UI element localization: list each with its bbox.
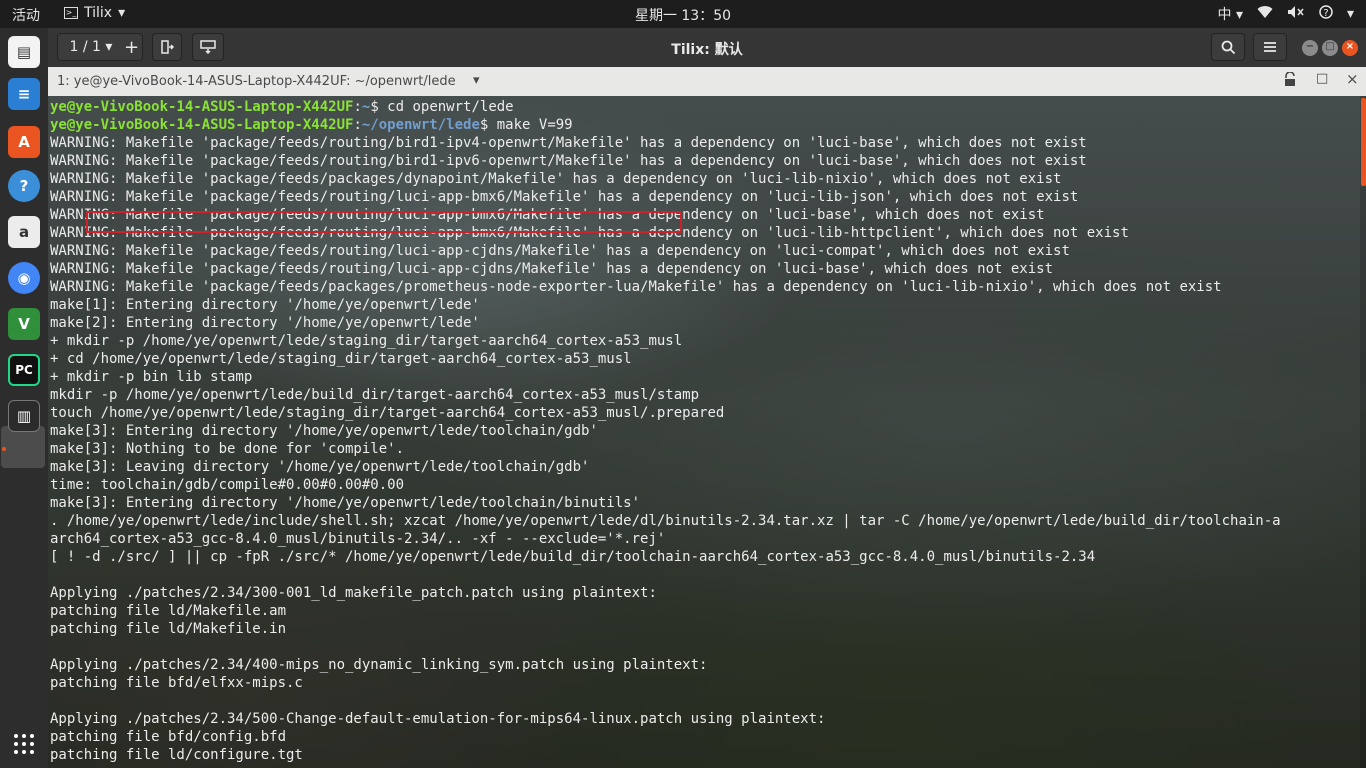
menu-button[interactable] — [1253, 33, 1287, 61]
app-menu[interactable]: >_ Tilix ▾ — [64, 5, 125, 21]
prompt-line: ye@ye-VivoBook-14-ASUS-Laptop-X442UF:~/o… — [50, 117, 573, 133]
terminal-line: time: toolchain/gdb/compile#0.00#0.00#0.… — [50, 477, 405, 493]
terminal-line: WARNING: Makefile 'package/feeds/routing… — [50, 135, 1087, 151]
terminal-line: Applying ./patches/2.34/500-Change-defau… — [50, 711, 826, 727]
files-icon[interactable]: ▤ — [8, 36, 40, 68]
minimize-button[interactable]: − — [1302, 40, 1318, 56]
prompt-line: ye@ye-VivoBook-14-ASUS-Laptop-X442UF:~$ … — [50, 99, 514, 115]
split-right-button[interactable] — [152, 33, 182, 61]
top-bar: 活动 >_ Tilix ▾ 星期一 13：50 中 ▾ ? ▾ — [0, 0, 1366, 28]
pycharm-icon[interactable]: PC — [8, 354, 40, 386]
search-icon — [1221, 40, 1235, 54]
clock[interactable]: 星期一 13：50 — [635, 8, 731, 24]
terminal-line: . /home/ye/openwrt/lede/include/shell.sh… — [50, 513, 1281, 529]
running-indicator — [2, 447, 6, 451]
maximize-button[interactable]: □ — [1322, 40, 1338, 56]
highlight-box — [86, 211, 682, 233]
maximize-terminal-icon[interactable]: □ — [1316, 71, 1328, 86]
app-menu-label: Tilix — [84, 5, 113, 21]
dock-active-highlight — [1, 426, 45, 468]
terminal-line: patching file ld/Makefile.am — [50, 603, 287, 619]
find-button[interactable] — [1211, 33, 1245, 61]
tilix-icon[interactable]: ▥ — [8, 400, 40, 432]
split-down-icon — [200, 40, 216, 54]
terminal-line: WARNING: Makefile 'package/feeds/package… — [50, 279, 1222, 295]
terminal-line: Applying ./patches/2.34/400-mips_no_dyna… — [50, 657, 708, 673]
terminal-line: + mkdir -p /home/ye/openwrt/lede/staging… — [50, 333, 683, 349]
amazon-icon[interactable]: a — [8, 216, 40, 248]
terminal-line: WARNING: Makefile 'package/feeds/routing… — [50, 243, 1070, 259]
terminal-line: WARNING: Makefile 'package/feeds/routing… — [50, 189, 1079, 205]
terminal-output[interactable]: ye@ye-VivoBook-14-ASUS-Laptop-X442UF:~$ … — [48, 96, 1366, 768]
terminal-title[interactable]: 1: ye@ye-VivoBook-14-ASUS-Laptop-X442UF:… — [57, 74, 456, 89]
session-switcher-button[interactable]: 1 / 1 ▾ — [57, 33, 125, 61]
terminal-line: make[3]: Entering directory '/home/ye/op… — [50, 495, 641, 511]
chevron-down-icon[interactable]: ▾ — [1347, 6, 1354, 22]
terminal-window: 1 / 1 ▾ + Tilix: 默认 − □ × 1: ye@ye-VivoB… — [48, 28, 1366, 768]
terminal-line: patching file bfd/elfxx-mips.c — [50, 675, 303, 691]
terminal-line: make[3]: Nothing to be done for 'compile… — [50, 441, 405, 457]
terminal-line: touch /home/ye/openwrt/lede/staging_dir/… — [50, 405, 725, 421]
terminal-line: mkdir -p /home/ye/openwrt/lede/build_dir… — [50, 387, 700, 403]
help-icon[interactable]: ? — [8, 170, 40, 202]
chrome-icon[interactable]: ◉ — [8, 262, 40, 294]
volume-muted-icon[interactable] — [1287, 5, 1305, 23]
terminal-line: arch64_cortex-a53_gcc-8.4.0_musl/binutil… — [50, 531, 666, 547]
scrollbar-thumb[interactable] — [1361, 98, 1366, 186]
terminal-line: patching file bfd/config.bfd — [50, 729, 287, 745]
writer-icon[interactable]: ≡ — [8, 78, 40, 110]
terminal-line: make[1]: Entering directory '/home/ye/op… — [50, 297, 480, 313]
terminal-titlebar: 1: ye@ye-VivoBook-14-ASUS-Laptop-X442UF:… — [48, 67, 1366, 97]
terminal-line: WARNING: Makefile 'package/feeds/package… — [50, 171, 1062, 187]
terminal-scrollbar[interactable] — [1360, 96, 1366, 768]
terminal-line: make[3]: Entering directory '/home/ye/op… — [50, 423, 598, 439]
terminal-line: Applying ./patches/2.34/300-001_ld_makef… — [50, 585, 657, 601]
terminal-line: make[3]: Leaving directory '/home/ye/ope… — [50, 459, 590, 475]
split-down-button[interactable] — [192, 33, 224, 61]
vim-icon[interactable]: V — [8, 308, 40, 340]
terminal-line: WARNING: Makefile 'package/feeds/routing… — [50, 261, 1054, 277]
dock: ▤ ≡ A? a ◉ V PC ▥ — [0, 28, 48, 768]
terminal-line: patching file ld/Makefile.in — [50, 621, 287, 637]
window-title: Tilix: 默认 — [671, 42, 743, 58]
terminal-line: + cd /home/ye/openwrt/lede/staging_dir/t… — [50, 351, 632, 367]
terminal-line: [ ! -d ./src/ ] || cp -fpR ./src/* /home… — [50, 549, 1096, 565]
read-only-toggle-icon[interactable] — [1283, 71, 1297, 92]
system-tray[interactable]: 中 ▾ ? ▾ — [1217, 4, 1354, 24]
header-bar: 1 / 1 ▾ + Tilix: 默认 − □ × — [48, 28, 1366, 68]
svg-text:?: ? — [1323, 8, 1328, 19]
help-icon[interactable]: ? — [1319, 5, 1333, 23]
chevron-down-icon: ▾ — [118, 5, 126, 21]
activities-button[interactable]: 活动 — [12, 5, 40, 25]
hamburger-icon — [1264, 42, 1276, 52]
chevron-down-icon[interactable]: ▾ — [473, 73, 480, 88]
terminal-line: WARNING: Makefile 'package/feeds/routing… — [50, 153, 1087, 169]
show-applications-icon[interactable] — [12, 732, 36, 756]
close-button[interactable]: × — [1342, 40, 1358, 56]
input-method-indicator[interactable]: 中 ▾ — [1217, 4, 1242, 24]
terminal-line: make[2]: Entering directory '/home/ye/op… — [50, 315, 480, 331]
tilix-app-icon: >_ — [64, 7, 78, 19]
terminal-line: + mkdir -p bin lib stamp — [50, 369, 253, 385]
terminal-line: patching file ld/configure.tgt — [50, 747, 303, 763]
software-center-icon[interactable]: A — [8, 126, 40, 158]
close-terminal-icon[interactable]: × — [1346, 70, 1359, 88]
split-right-icon — [161, 40, 174, 54]
add-session-button[interactable]: + — [121, 33, 143, 61]
terminal-lines: ye@ye-VivoBook-14-ASUS-Laptop-X442UF:~$ … — [50, 98, 1281, 764]
wifi-icon[interactable] — [1257, 5, 1273, 23]
